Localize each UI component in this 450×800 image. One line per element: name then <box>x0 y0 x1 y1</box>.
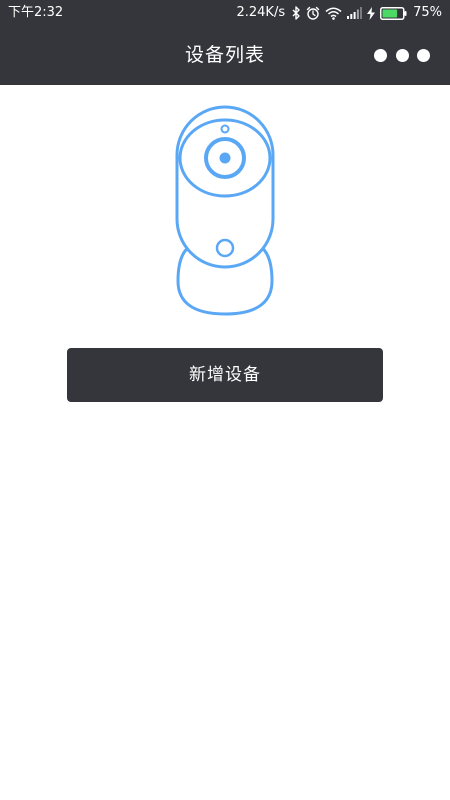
more-options-button[interactable] <box>374 44 430 66</box>
more-dots-icon <box>395 48 409 62</box>
more-dots-icon <box>417 48 430 62</box>
status-time: 下午2:32 <box>8 5 64 20</box>
charging-icon <box>367 6 376 20</box>
add-device-button[interactable]: 新增设备 <box>67 348 383 402</box>
bluetooth-icon <box>292 6 301 20</box>
camera-icon <box>168 103 282 317</box>
signal-icon <box>347 7 363 19</box>
status-bar: 下午2:32 2.24K/s 75% <box>0 0 450 26</box>
battery-percent: 75% <box>413 5 442 20</box>
network-speed: 2.24K/s <box>236 5 286 20</box>
app-header: 下午2:32 2.24K/s 75% 设备列表 <box>0 0 450 85</box>
wifi-icon <box>325 7 342 20</box>
battery-icon <box>380 6 407 20</box>
battery-fill <box>382 9 398 17</box>
nav-bar: 设备列表 <box>0 26 450 85</box>
more-dots-icon <box>374 48 387 62</box>
status-icons: 2.24K/s 75% <box>236 4 442 22</box>
alarm-icon <box>306 6 320 20</box>
